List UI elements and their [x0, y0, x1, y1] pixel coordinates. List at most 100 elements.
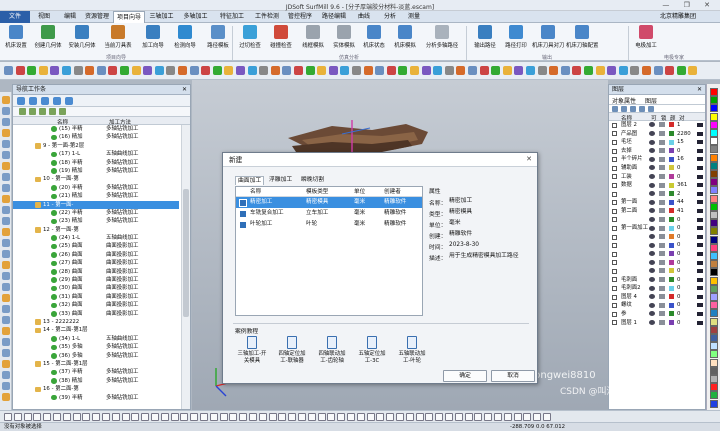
tool-icon[interactable] [2, 239, 10, 247]
color-swatch[interactable] [669, 122, 674, 128]
color-swatch[interactable] [669, 268, 674, 274]
case-item[interactable]: 四轴定位加 工-联轴器 [277, 336, 307, 365]
toolbar-icon[interactable] [96, 66, 106, 75]
eye-icon[interactable] [649, 320, 655, 326]
ribbon-button-0[interactable]: 机床设置 [2, 25, 30, 55]
toolbar-icon[interactable] [270, 66, 280, 75]
lock-icon[interactable] [659, 302, 665, 308]
bottom-tool-icon[interactable] [53, 413, 61, 421]
toolbar-icon[interactable] [50, 66, 60, 75]
palette-color[interactable] [710, 284, 718, 293]
toolbar-icon[interactable] [584, 66, 593, 75]
layer-row[interactable]: 毛坯 15 [609, 138, 705, 147]
lock-icon[interactable] [659, 156, 665, 162]
eye-icon[interactable] [649, 311, 655, 317]
eye-icon[interactable] [649, 277, 655, 283]
toolbar-icon[interactable] [38, 66, 48, 75]
tree-item[interactable]: (35) 多轴 多轴钻铣加工 [13, 343, 179, 351]
toolbar-icon[interactable] [305, 66, 315, 75]
color-swatch[interactable] [669, 225, 674, 231]
color-swatch[interactable] [669, 294, 674, 300]
bottom-tool-icon[interactable] [523, 413, 532, 421]
layer-row[interactable]: 去掉 0 [609, 147, 705, 156]
color-swatch[interactable] [669, 199, 674, 205]
lock-icon[interactable] [659, 320, 665, 326]
tree-item[interactable]: (25) 曲面 曲面投影加工 [13, 242, 179, 250]
color-swatch[interactable] [669, 311, 674, 317]
eye-icon[interactable] [649, 130, 655, 136]
layer-tool-icon[interactable] [612, 106, 618, 112]
bottom-tool-icon[interactable] [121, 413, 130, 421]
tab-layers[interactable]: 图层 [645, 96, 657, 105]
eye-icon[interactable] [649, 148, 655, 154]
lock-icon[interactable] [659, 242, 665, 248]
tool-icon[interactable] [2, 327, 10, 335]
toolbar-icon[interactable] [247, 66, 257, 75]
bottom-tool-icon[interactable] [327, 413, 336, 421]
tree-group[interactable]: 16 - 第二面-第 [13, 385, 179, 393]
bottom-tool-icon[interactable] [13, 413, 22, 421]
palette-color[interactable] [710, 358, 718, 367]
bottom-tool-icon[interactable] [278, 413, 287, 421]
bottom-tool-icon[interactable] [425, 413, 434, 421]
toolbar-icon[interactable] [618, 66, 628, 75]
palette-color[interactable] [710, 301, 718, 310]
menu-item-3[interactable]: 资源管理 [83, 11, 111, 23]
bottom-tool-icon[interactable] [396, 413, 404, 421]
toolbar-icon[interactable] [363, 66, 373, 75]
layer-row[interactable]: 图层 1 0 [609, 319, 705, 328]
eye-icon[interactable] [649, 208, 655, 214]
color-swatch[interactable] [669, 302, 674, 308]
tool-icon[interactable] [2, 261, 10, 269]
bottom-tool-icon[interactable] [200, 413, 208, 421]
layer-checkbox[interactable] [612, 251, 617, 257]
toolbar-icon[interactable] [421, 66, 431, 75]
toolbar-icon[interactable] [85, 66, 95, 75]
menu-item-8[interactable]: 工件检测 [252, 11, 282, 23]
toolbar-icon[interactable] [236, 66, 245, 75]
tpl-col-type[interactable]: 模板类型 [306, 187, 328, 197]
bottom-tool-icon[interactable] [102, 413, 110, 421]
ribbon-button-8[interactable]: 碰撞检查 [266, 25, 296, 55]
color-swatch[interactable] [669, 277, 674, 283]
case-item[interactable]: 五轴联动加 工-叶轮 [397, 336, 427, 365]
layer-checkbox[interactable] [612, 225, 617, 231]
tool-icon[interactable] [2, 151, 10, 159]
palette-color[interactable] [710, 219, 718, 228]
bottom-tool-icon[interactable] [170, 413, 179, 421]
eye-icon[interactable] [649, 216, 655, 222]
template-row[interactable]: 叶轮加工 叶轮 毫米 精雕软件 [236, 219, 422, 230]
tree-item[interactable]: (32) 曲面 曲面投影加工 [13, 301, 179, 309]
toolbar-icon[interactable] [595, 66, 605, 75]
eye-icon[interactable] [649, 285, 655, 291]
bottom-tool-icon[interactable] [386, 413, 395, 421]
tree-item[interactable]: (36) 多轴 多轴钻铣加工 [13, 352, 179, 360]
layer-checkbox[interactable] [612, 148, 617, 154]
toolbar-icon[interactable] [572, 66, 582, 75]
menu-item-12[interactable]: 分析 [378, 11, 402, 23]
lock-icon[interactable] [659, 285, 665, 291]
toolbar-icon[interactable] [676, 66, 686, 75]
ribbon-button-3[interactable]: 当前刀具表 [100, 25, 136, 55]
lock-icon[interactable] [659, 294, 665, 300]
palette-color[interactable] [710, 194, 718, 203]
eye-icon[interactable] [649, 225, 655, 231]
tab-object-props[interactable]: 对象属性 [612, 96, 636, 105]
layer-tool-icon[interactable] [648, 106, 654, 112]
eye-icon[interactable] [649, 122, 655, 128]
nav-tool-icon[interactable] [29, 97, 37, 105]
palette-color[interactable] [710, 325, 718, 334]
layer-row[interactable]: 数据 361 [609, 181, 705, 190]
layer-row[interactable]: 第一面加工 0 [609, 224, 705, 233]
palette-color[interactable] [710, 137, 718, 146]
layer-row[interactable]: 第一面 44 [609, 198, 705, 207]
layer-row[interactable]: 辅助面 0 [609, 164, 705, 173]
ribbon-button-13[interactable]: 分析多轴路径 [422, 25, 462, 55]
palette-color[interactable] [710, 334, 718, 342]
palette-color[interactable] [710, 375, 718, 383]
lock-icon[interactable] [659, 268, 665, 274]
color-swatch[interactable] [669, 191, 674, 197]
bottom-tool-icon[interactable] [415, 413, 424, 421]
tool-icon[interactable] [2, 217, 10, 225]
palette-color[interactable] [710, 366, 718, 375]
